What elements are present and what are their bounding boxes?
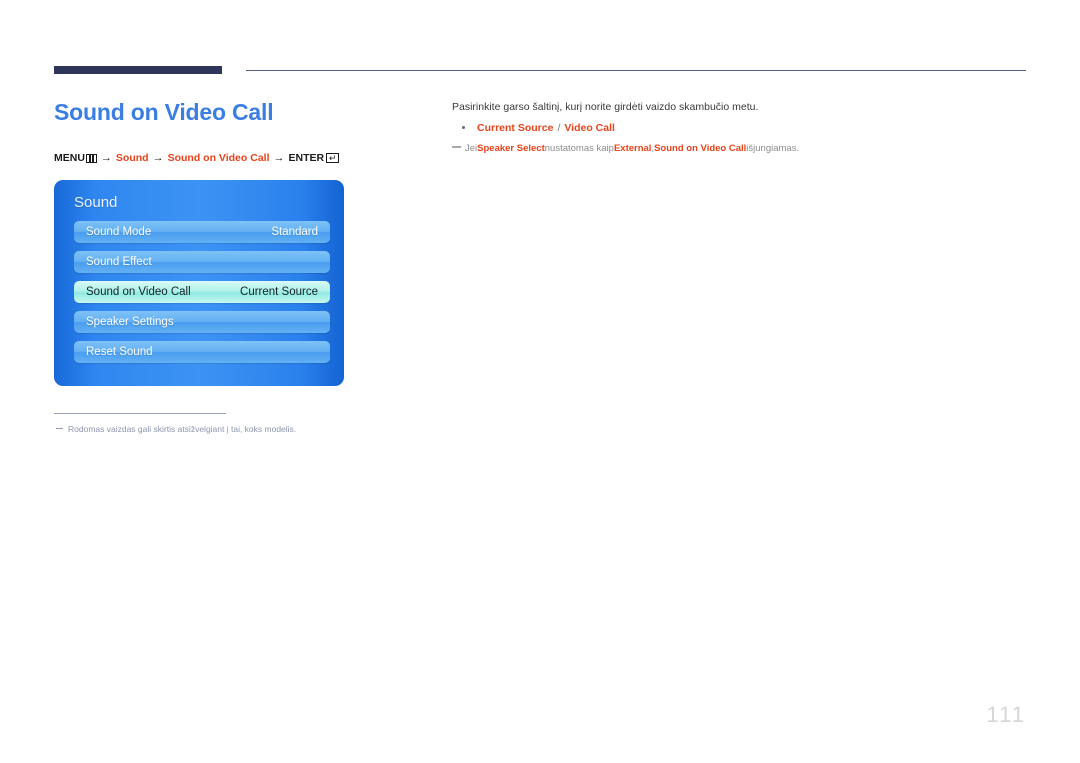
note-bold-speaker-select: Speaker Select [477, 143, 545, 154]
breadcrumb-menu-label: MENU [54, 152, 85, 164]
osd-row-sound-effect[interactable]: Sound Effect [74, 251, 330, 273]
breadcrumb-enter-label: ENTER [288, 152, 325, 164]
option-current-source: Current Source [477, 122, 554, 134]
osd-row-label: Sound on Video Call [86, 286, 191, 298]
osd-row-label: Speaker Settings [86, 316, 174, 328]
osd-menu-panel: Sound Sound Mode Standard Sound Effect S… [54, 180, 344, 386]
osd-row-label: Reset Sound [86, 346, 153, 358]
osd-row-sound-on-video-call[interactable]: Sound on Video Call Current Source [74, 281, 330, 303]
option-video-call: Video Call [564, 122, 615, 134]
panel-footnote: Rodomas vaizdas gali skirtis atsižvelgia… [56, 424, 296, 434]
breadcrumb-arrow-3: → [273, 152, 285, 164]
osd-row-label: Sound Mode [86, 226, 152, 238]
header-rule-thin [246, 70, 1026, 71]
bullet-dot-icon [462, 126, 465, 129]
enter-return-icon: ↵ [326, 153, 340, 163]
osd-row-value: Current Source [240, 286, 318, 298]
header-rule-thick [54, 66, 222, 74]
panel-footnote-text: Rodomas vaizdas gali skirtis atsižvelgia… [68, 424, 297, 434]
osd-row-speaker-settings[interactable]: Speaker Settings [74, 311, 330, 333]
breadcrumb-step-sound-on-video-call: Sound on Video Call [167, 152, 270, 164]
page-title: Sound on Video Call [54, 99, 274, 125]
header-rule [54, 66, 1026, 76]
breadcrumb: MENU → Sound → Sound on Video Call → ENT… [54, 152, 340, 164]
osd-panel-title: Sound [74, 194, 118, 211]
breadcrumb-arrow-1: → [100, 152, 112, 164]
osd-row-label: Sound Effect [86, 256, 152, 268]
menu-bars-icon [85, 153, 97, 163]
note-prefix: Jei [465, 143, 478, 154]
option-list-item: Current Source / Video Call [452, 122, 972, 134]
note-bold-external: External [613, 143, 652, 154]
osd-row-value: Standard [271, 226, 318, 238]
note-speaker-select: Jei Speaker Select nustatomas kaip Exter… [452, 143, 972, 154]
note-dash-icon [452, 146, 461, 148]
note-suffix: išjungiamas. [746, 143, 800, 154]
footnote-dash-icon [56, 428, 63, 429]
breadcrumb-arrow-2: → [152, 152, 164, 164]
osd-row-reset-sound[interactable]: Reset Sound [74, 341, 330, 363]
content-column: Pasirinkite garso šaltinį, kurį norite g… [452, 100, 972, 154]
osd-row-sound-mode[interactable]: Sound Mode Standard [74, 221, 330, 243]
breadcrumb-step-sound: Sound [115, 152, 149, 164]
option-separator: / [557, 122, 561, 134]
note-bold-sound-on-video-call: Sound on Video Call [654, 143, 747, 154]
page-number: 111 [986, 702, 1026, 727]
panel-footnote-divider [54, 413, 226, 414]
note-middle-1: nustatomas kaip [544, 143, 614, 154]
description-text: Pasirinkite garso šaltinį, kurį norite g… [452, 101, 759, 113]
